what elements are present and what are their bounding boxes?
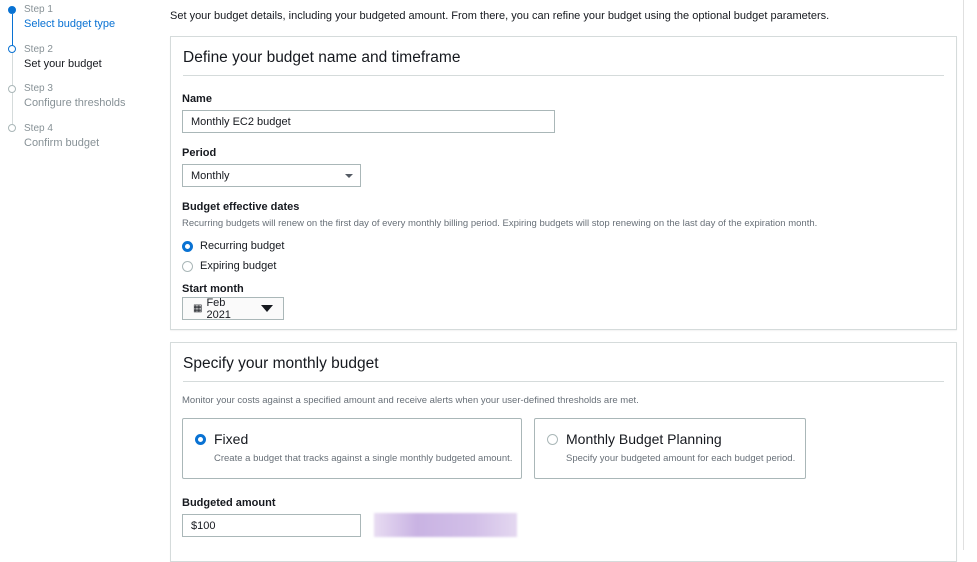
step-2: Step 2 Set your budget bbox=[24, 44, 102, 70]
recurring-budget-radio[interactable]: Recurring budget bbox=[182, 240, 284, 252]
monthly-budget-panel: Specify your monthly budget Monitor your… bbox=[170, 342, 957, 562]
name-input[interactable]: Monthly EC2 budget bbox=[182, 110, 555, 133]
step-number: Step 3 bbox=[24, 83, 53, 94]
period-value: Monthly bbox=[191, 170, 230, 182]
start-month-label: Start month bbox=[182, 283, 244, 295]
step-title: Configure thresholds bbox=[24, 97, 126, 109]
step-connector bbox=[11, 14, 13, 46]
tile-title: Fixed bbox=[214, 431, 249, 447]
period-select[interactable]: Monthly bbox=[182, 164, 361, 187]
step-number: Step 4 bbox=[24, 123, 53, 134]
start-month-picker[interactable]: ▦ Feb 2021 bbox=[182, 296, 284, 321]
step-title: Set your budget bbox=[24, 58, 102, 70]
radio-label: Expiring budget bbox=[200, 260, 277, 272]
start-month-value: Feb 2021 bbox=[206, 296, 231, 321]
step-title: Confirm budget bbox=[24, 137, 100, 149]
budgeted-amount-input[interactable]: $100 bbox=[182, 514, 361, 537]
effective-dates-desc: Recurring budgets will renew on the firs… bbox=[182, 218, 818, 229]
panel-title: Specify your monthly budget bbox=[183, 343, 944, 382]
step-2-indicator bbox=[8, 45, 16, 53]
monthly-planning-option-tile[interactable]: Monthly Budget Planning Specify your bud… bbox=[534, 418, 806, 479]
budgeted-amount-label: Budgeted amount bbox=[182, 497, 276, 509]
effective-dates-label: Budget effective dates bbox=[182, 201, 300, 213]
panel-title: Define your budget name and timeframe bbox=[183, 37, 944, 76]
step-1-indicator bbox=[8, 6, 16, 14]
divider bbox=[963, 0, 964, 550]
monthly-budget-desc: Monitor your costs against a specified a… bbox=[182, 395, 639, 406]
caret-down-icon bbox=[345, 174, 353, 182]
step-4-indicator bbox=[8, 124, 16, 132]
caret-down-icon bbox=[261, 305, 273, 318]
tile-desc: Create a budget that tracks against a si… bbox=[214, 453, 513, 464]
step-1[interactable]: Step 1 Select budget type bbox=[24, 4, 115, 30]
name-label: Name bbox=[182, 93, 212, 105]
budget-name-timeframe-panel: Define your budget name and timeframe Na… bbox=[170, 36, 957, 330]
fixed-option-tile[interactable]: Fixed Create a budget that tracks agains… bbox=[182, 418, 522, 479]
intro-text: Set your budget details, including your … bbox=[170, 10, 830, 22]
radio-unselected-icon bbox=[182, 260, 193, 272]
radio-label: Recurring budget bbox=[200, 240, 285, 252]
step-4: Step 4 Confirm budget bbox=[24, 123, 99, 149]
period-label: Period bbox=[182, 147, 217, 159]
radio-unselected-icon bbox=[547, 433, 558, 445]
step-number: Step 1 bbox=[24, 4, 53, 15]
step-number: Step 2 bbox=[24, 44, 53, 55]
tile-title: Monthly Budget Planning bbox=[566, 431, 722, 447]
radio-selected-icon bbox=[195, 433, 206, 445]
step-1-link[interactable]: Select budget type bbox=[24, 18, 115, 30]
tile-desc: Specify your budgeted amount for each bu… bbox=[566, 453, 796, 464]
redacted-area bbox=[374, 513, 517, 537]
radio-selected-icon bbox=[182, 240, 193, 252]
step-3: Step 3 Configure thresholds bbox=[24, 83, 126, 109]
expiring-budget-radio[interactable]: Expiring budget bbox=[182, 260, 276, 272]
step-3-indicator bbox=[8, 85, 16, 93]
calendar-icon: ▦ bbox=[193, 303, 203, 314]
